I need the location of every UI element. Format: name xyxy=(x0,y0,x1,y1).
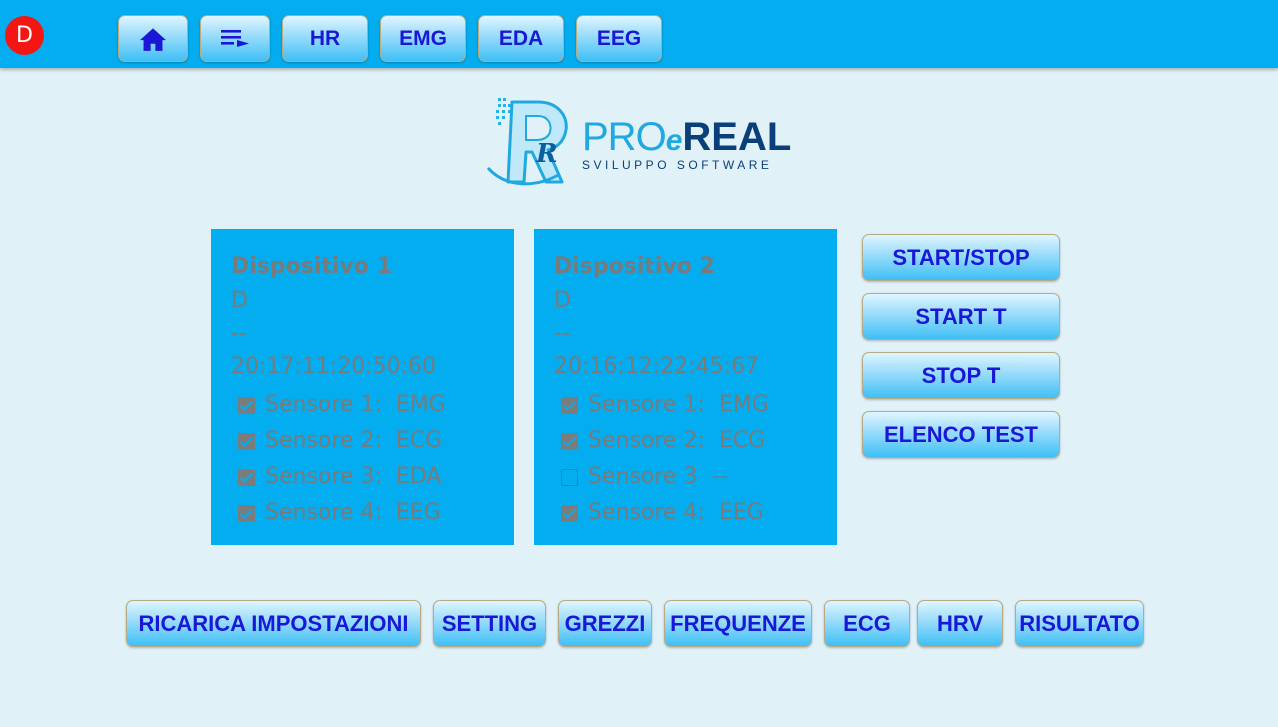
device-code: D xyxy=(231,288,248,313)
checkbox-icon[interactable] xyxy=(238,396,255,414)
sensor-row-3[interactable]: Sensore 3 -- xyxy=(554,459,837,495)
device-title: Dispositivo 1 xyxy=(231,254,392,279)
sensor-label: Sensore 2: ECG xyxy=(588,428,766,453)
checkbox-icon[interactable] xyxy=(561,396,578,414)
tab-eda[interactable]: EDA xyxy=(478,15,564,62)
sensor-label: Sensore 3 -- xyxy=(588,464,728,489)
risultato-button[interactable]: RISULTATO xyxy=(1015,600,1144,647)
ecg-button[interactable]: ECG xyxy=(824,600,910,647)
checkbox-icon[interactable] xyxy=(238,468,255,486)
device-address: 20:17:11:20:50:60 xyxy=(231,354,437,379)
sensor-row-1[interactable]: Sensore 1: EMG xyxy=(231,387,514,423)
logo-pro: PRO xyxy=(582,115,667,159)
device-status: -- xyxy=(231,321,247,346)
top-app-bar: D HR EMG EDA EEG xyxy=(0,0,1278,68)
sensor-row-4[interactable]: Sensore 4: EEG xyxy=(231,495,514,531)
sensor-label: Sensore 3: EDA xyxy=(265,464,442,489)
checkbox-icon[interactable] xyxy=(561,504,578,522)
sensor-row-1[interactable]: Sensore 1: EMG xyxy=(554,387,837,423)
sensor-row-4[interactable]: Sensore 4: EEG xyxy=(554,495,837,531)
logo-real: REAL xyxy=(682,115,792,159)
checkbox-icon[interactable] xyxy=(238,432,255,450)
checkbox-icon[interactable] xyxy=(561,432,578,450)
checkbox-icon[interactable] xyxy=(238,504,255,522)
grezzi-button[interactable]: GREZZI xyxy=(558,600,652,647)
device-status: -- xyxy=(554,321,570,346)
stop-t-button[interactable]: STOP T xyxy=(862,352,1060,399)
device-code: D xyxy=(554,288,571,313)
avatar[interactable]: D xyxy=(5,16,44,55)
tab-eeg[interactable]: EEG xyxy=(576,15,662,62)
home-button[interactable] xyxy=(118,15,188,62)
sensor-label: Sensore 1: EMG xyxy=(265,392,446,417)
ricarica-impostazioni-button[interactable]: RICARICA IMPOSTAZIONI xyxy=(126,600,421,647)
sensor-row-3[interactable]: Sensore 3: EDA xyxy=(231,459,514,495)
tab-emg[interactable]: EMG xyxy=(380,15,466,62)
frequenze-button[interactable]: FREQUENZE xyxy=(664,600,812,647)
hrv-button[interactable]: HRV xyxy=(917,600,1003,647)
setting-button[interactable]: SETTING xyxy=(433,600,546,647)
playlist-icon xyxy=(221,29,249,47)
sensor-row-2[interactable]: Sensore 2: ECG xyxy=(231,423,514,459)
logo-tagline: SVILUPPO SOFTWARE xyxy=(582,158,773,172)
home-icon xyxy=(140,27,166,51)
device-title: Dispositivo 2 xyxy=(554,254,715,279)
svg-text:R: R xyxy=(535,139,558,169)
sensor-label: Sensore 4: EEG xyxy=(588,500,764,525)
device-card-2: Dispositivo 2 D -- 20:16:12:22:45:67 Sen… xyxy=(534,229,837,545)
start-t-button[interactable]: START T xyxy=(862,293,1060,340)
sensor-label: Sensore 2: ECG xyxy=(265,428,443,453)
playlist-button[interactable] xyxy=(200,15,270,62)
logo-e: e xyxy=(665,124,683,157)
tab-hr[interactable]: HR xyxy=(282,15,368,62)
sensor-row-2[interactable]: Sensore 2: ECG xyxy=(554,423,837,459)
start-stop-button[interactable]: START/STOP xyxy=(862,234,1060,281)
proreal-logo: R PROeREAL SVILUPPO SOFTWARE xyxy=(486,96,796,191)
device-address: 20:16:12:22:45:67 xyxy=(554,354,760,379)
elenco-test-button[interactable]: ELENCO TEST xyxy=(862,411,1060,458)
device-card-1: Dispositivo 1 D -- 20:17:11:20:50:60 Sen… xyxy=(211,229,514,545)
checkbox-icon[interactable] xyxy=(561,468,578,486)
sensor-label: Sensore 4: EEG xyxy=(265,500,441,525)
sensor-label: Sensore 1: EMG xyxy=(588,392,769,417)
